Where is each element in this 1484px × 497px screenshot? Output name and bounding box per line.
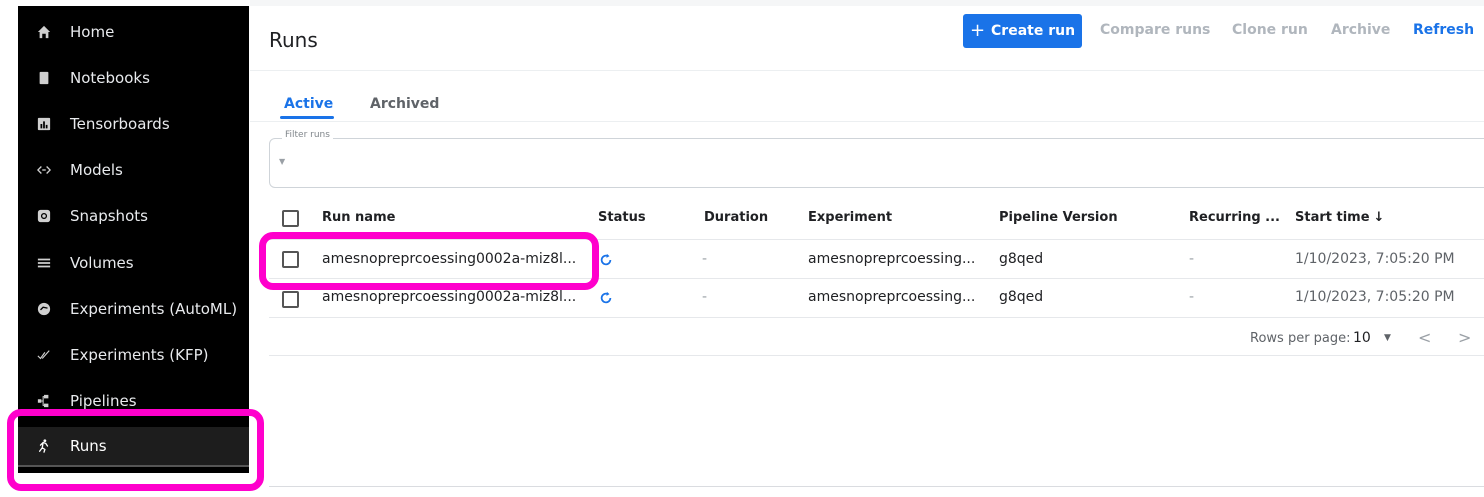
done-all-icon <box>36 347 52 363</box>
row-checkbox[interactable] <box>282 291 299 308</box>
rows-per-page-select[interactable]: 10 <box>1353 330 1371 346</box>
previous-page-button[interactable]: < <box>1418 328 1431 347</box>
column-header-pipeline-version[interactable]: Pipeline Version <box>999 210 1118 225</box>
column-header-duration[interactable]: Duration <box>704 210 768 225</box>
start-time-cell: 1/10/2023, 7:05:20 PM <box>1295 251 1455 267</box>
running-status-icon <box>600 291 612 304</box>
column-header-experiment[interactable]: Experiment <box>808 210 892 225</box>
highlight-runs-nav <box>7 409 264 491</box>
page-title: Runs <box>269 28 318 52</box>
running-status-icon <box>600 253 612 266</box>
sidebar-item-experiments-automl[interactable]: Experiments (AutoML) <box>18 289 249 329</box>
chevron-down-icon[interactable]: ▼ <box>1384 333 1391 343</box>
column-header-status[interactable]: Status <box>598 210 646 225</box>
rows-per-page-label: Rows per page: <box>1250 331 1351 346</box>
tab-archived[interactable]: Archived <box>370 96 439 112</box>
pipeline-version-link[interactable]: g8qed <box>999 289 1043 305</box>
sidebar-item-home[interactable]: Home <box>18 12 249 52</box>
experiment-link[interactable]: amesnopreprcoessing... <box>808 251 975 267</box>
sidebar-item-volumes[interactable]: Volumes <box>18 243 249 283</box>
sidebar-item-experiments-kfp[interactable]: Experiments (KFP) <box>18 335 249 375</box>
next-page-button[interactable]: > <box>1458 328 1471 347</box>
filter-runs-input[interactable] <box>269 138 1484 188</box>
filter-runs-label: Filter runs <box>282 130 333 140</box>
automl-icon <box>36 301 52 317</box>
top-divider <box>250 0 1484 6</box>
clone-run-button[interactable]: Clone run <box>1232 22 1308 38</box>
sidebar-item-label: Experiments (KFP) <box>70 346 209 364</box>
select-all-checkbox[interactable] <box>282 210 299 227</box>
sidebar-item-label: Volumes <box>70 254 134 272</box>
recurring-cell: - <box>1189 251 1195 267</box>
compare-runs-button[interactable]: Compare runs <box>1100 22 1210 38</box>
archive-button[interactable]: Archive <box>1331 22 1390 38</box>
tensorboard-icon <box>36 116 52 132</box>
sidebar-item-label: Models <box>70 161 123 179</box>
footer-divider <box>269 486 1484 487</box>
start-time-label: Start time <box>1295 210 1370 225</box>
filter-dropdown-icon[interactable]: ▼ <box>279 157 285 166</box>
experiment-link[interactable]: amesnopreprcoessing... <box>808 289 975 305</box>
sidebar-item-models[interactable]: Models <box>18 150 249 190</box>
pipeline-icon <box>36 393 52 409</box>
column-header-recurring[interactable]: Recurring ... <box>1189 210 1280 225</box>
highlight-run-row <box>259 232 599 290</box>
sidebar-item-label: Tensorboards <box>70 115 170 133</box>
sort-descending-icon: ↓ <box>1373 210 1385 225</box>
duration-cell: - <box>702 251 708 267</box>
sidebar-item-label: Snapshots <box>70 207 148 225</box>
sidebar-item-label: Home <box>70 23 115 41</box>
sidebar-item-snapshots[interactable]: Snapshots <box>18 196 249 236</box>
tabs-divider <box>250 121 1484 122</box>
sidebar-item-notebooks[interactable]: Notebooks <box>18 58 249 98</box>
plus-icon: + <box>969 20 986 41</box>
start-time-cell: 1/10/2023, 7:05:20 PM <box>1295 289 1455 305</box>
create-run-label: Create run <box>991 23 1076 39</box>
sidebar-item-label: Experiments (AutoML) <box>70 300 238 318</box>
row-divider <box>269 317 1484 318</box>
notebook-icon <box>36 70 52 86</box>
create-run-button[interactable]: + Create run <box>963 14 1082 48</box>
header-divider <box>250 70 1484 71</box>
code-arrows-icon <box>36 162 52 178</box>
run-name-link[interactable]: amesnopreprcoessing0002a-miz8l... <box>322 289 576 305</box>
recurring-cell: - <box>1189 289 1195 305</box>
refresh-button[interactable]: Refresh <box>1413 22 1474 38</box>
tab-active[interactable]: Active <box>284 96 333 112</box>
home-icon <box>36 24 52 40</box>
pagination-divider <box>269 355 1484 356</box>
app-root: Home Notebooks Tensorboards Models Snaps… <box>0 0 1484 497</box>
snapshot-icon <box>36 208 52 224</box>
column-header-start-time[interactable]: Start time ↓ <box>1295 210 1384 225</box>
duration-cell: - <box>702 289 708 305</box>
active-tab-indicator <box>280 116 334 119</box>
sidebar: Home Notebooks Tensorboards Models Snaps… <box>18 6 249 473</box>
sidebar-item-label: Notebooks <box>70 69 150 87</box>
sidebar-item-tensorboards[interactable]: Tensorboards <box>18 104 249 144</box>
pipeline-version-link[interactable]: g8qed <box>999 251 1043 267</box>
column-header-run-name[interactable]: Run name <box>322 210 395 225</box>
storage-icon <box>36 255 52 271</box>
sidebar-item-label: Pipelines <box>70 392 137 410</box>
